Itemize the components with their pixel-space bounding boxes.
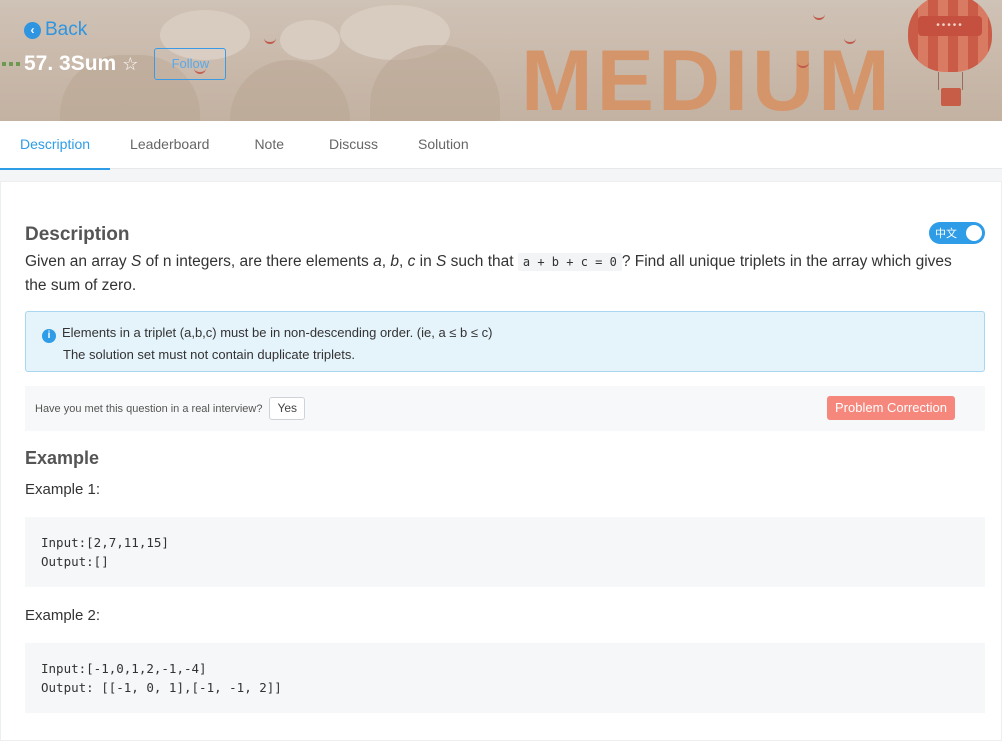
info-icon: i <box>42 329 56 343</box>
example-2-title: Example 2: <box>25 607 101 624</box>
description-text: Given an array S of n integers, are ther… <box>25 253 952 294</box>
interview-question: Have you met this question in a real int… <box>35 402 263 415</box>
notice-line-1: Elements in a triplet (a,b,c) must be in… <box>62 325 493 340</box>
interview-bar: Have you met this question in a real int… <box>25 386 985 431</box>
toggle-knob <box>966 225 982 241</box>
tab-note[interactable]: Note <box>234 121 304 169</box>
balloon-rope <box>938 72 939 90</box>
language-toggle[interactable]: 中文 <box>929 222 985 244</box>
difficulty-label: MEDIUM <box>521 33 894 121</box>
example-2-code: Input:[-1,0,1,2,-1,-4] Output: [[-1, 0, … <box>25 643 985 713</box>
bird-icon <box>264 38 276 44</box>
tab-solution[interactable]: Solution <box>398 121 489 169</box>
problem-tabs: Description Leaderboard Note Discuss Sol… <box>0 121 1002 170</box>
banner-cloud <box>280 20 340 60</box>
yes-button[interactable]: Yes <box>269 397 306 420</box>
problem-title: 57. 3Sum <box>24 52 117 75</box>
chevron-left-icon: ‹ <box>24 21 41 39</box>
back-link[interactable]: ‹ Back <box>24 19 87 41</box>
notice-box: i Elements in a triplet (a,b,c) must be i… <box>25 311 985 372</box>
problem-content: Description 中文 Given an array S of n int… <box>0 181 1002 741</box>
tab-leaderboard[interactable]: Leaderboard <box>110 121 229 169</box>
balloon-basket <box>941 88 961 106</box>
balloon-rope <box>962 72 963 90</box>
star-icon[interactable]: ☆ <box>122 54 138 75</box>
description-heading: Description <box>25 224 130 245</box>
inline-code: a + b + c = 0 <box>517 253 622 271</box>
tab-discuss[interactable]: Discuss <box>309 121 398 169</box>
dots-icon <box>0 61 24 67</box>
problem-header-banner: MEDIUM ••••• ‹ Back 57. 3Sum ☆ Follow <box>0 0 1002 121</box>
banner-dome <box>230 60 350 121</box>
notice-line-2: The solution set must not contain duplic… <box>63 347 355 362</box>
back-label: Back <box>45 19 88 40</box>
title-row: 57. 3Sum ☆ Follow <box>0 48 227 80</box>
balloon-band: ••••• <box>918 16 982 36</box>
tab-description[interactable]: Description <box>0 121 111 170</box>
bird-icon <box>813 14 825 20</box>
example-1-code: Input:[2,7,11,15] Output:[] <box>25 517 985 587</box>
follow-button[interactable]: Follow <box>154 48 227 80</box>
example-heading: Example <box>25 448 100 468</box>
example-1-title: Example 1: <box>25 481 101 498</box>
problem-correction-button[interactable]: Problem Correction <box>827 396 955 420</box>
balloon-icon: ••••• <box>908 0 992 72</box>
language-toggle-label: 中文 <box>935 228 957 240</box>
